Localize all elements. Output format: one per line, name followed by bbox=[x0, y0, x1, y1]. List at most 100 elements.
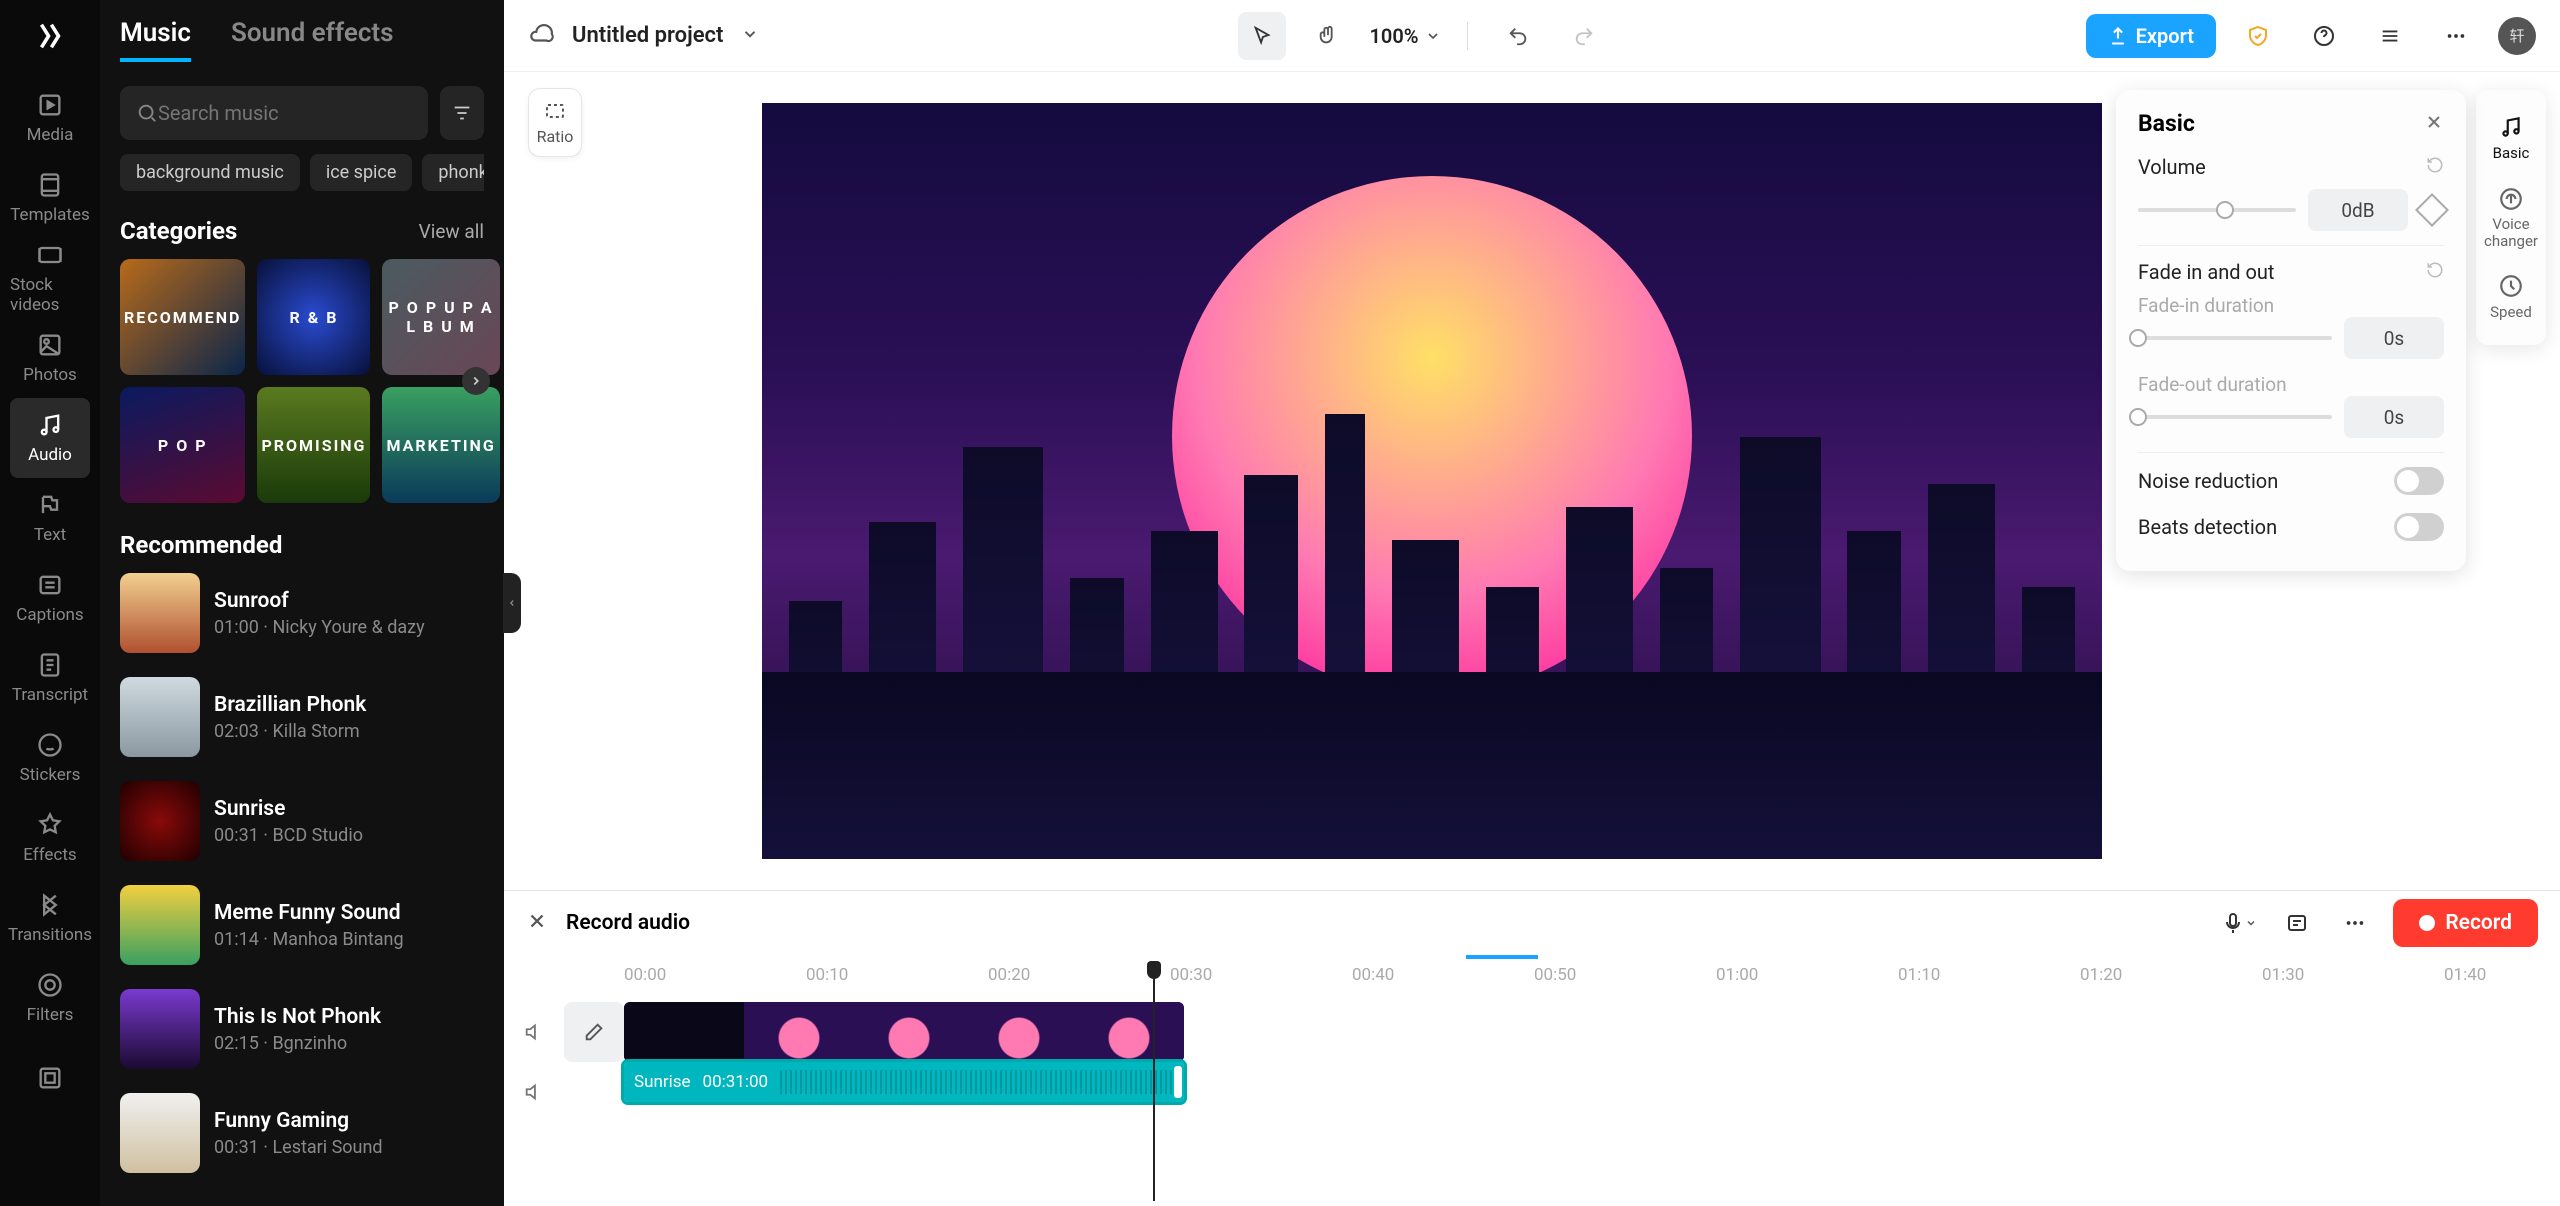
chevron-down-icon bbox=[2245, 917, 2257, 929]
categories-next-button[interactable] bbox=[462, 367, 490, 395]
track-item[interactable]: Brazillian Phonk02:03 · Killa Storm bbox=[120, 677, 484, 757]
category-marketing[interactable]: MARKETING bbox=[382, 387, 499, 503]
noise-reduction-toggle[interactable] bbox=[2394, 467, 2444, 495]
track-item[interactable]: Sunrise00:31 · BCD Studio bbox=[120, 781, 484, 861]
video-preview[interactable] bbox=[762, 103, 2102, 859]
track-item[interactable]: Meme Funny Sound01:14 · Manhoa Bintang bbox=[120, 885, 484, 965]
video-clip[interactable] bbox=[624, 1002, 1184, 1062]
rail-item-templates[interactable]: Templates bbox=[10, 158, 90, 238]
audio-clip[interactable]: Sunrise 00:31:00 bbox=[624, 1062, 1184, 1102]
volume-slider[interactable] bbox=[2138, 208, 2296, 212]
shield-button[interactable] bbox=[2234, 12, 2282, 60]
track-1-edit-button[interactable] bbox=[564, 1002, 624, 1062]
fade-out-slider[interactable] bbox=[2138, 415, 2332, 419]
fade-in-value[interactable]: 0s bbox=[2344, 317, 2444, 359]
fade-out-label: Fade-out duration bbox=[2138, 373, 2444, 396]
rail-item-effects[interactable]: Effects bbox=[10, 798, 90, 878]
rail-item-photos[interactable]: Photos bbox=[10, 318, 90, 398]
reset-icon bbox=[2426, 156, 2444, 174]
rail-item-text[interactable]: Text bbox=[10, 478, 90, 558]
ruler-mark: 00:20 bbox=[988, 965, 1030, 985]
rail-item-audio[interactable]: Audio bbox=[10, 398, 90, 478]
timeline-ruler[interactable]: 00:0000:1000:2000:3000:4000:5001:0001:10… bbox=[624, 959, 2560, 997]
pencil-icon bbox=[583, 1021, 605, 1043]
record-more-button[interactable] bbox=[2335, 903, 2375, 943]
cursor-tool-button[interactable] bbox=[1238, 12, 1286, 60]
category-recommend[interactable]: RECOMMEND bbox=[120, 259, 245, 375]
teleprompter-button[interactable] bbox=[2277, 903, 2317, 943]
playhead[interactable] bbox=[1153, 963, 1155, 1201]
user-avatar[interactable]: 轩 bbox=[2498, 17, 2536, 55]
fade-in-slider[interactable] bbox=[2138, 336, 2332, 340]
redo-button[interactable] bbox=[1560, 12, 1608, 60]
mic-dropdown[interactable] bbox=[2219, 903, 2259, 943]
rail-item-media[interactable]: Media bbox=[10, 78, 90, 158]
speed-icon bbox=[2498, 273, 2524, 299]
rail-item-filters[interactable]: Filters bbox=[10, 958, 90, 1038]
category-p-o-p-u-p-a-l-b-u-m[interactable]: P O P U P A L B U M bbox=[382, 259, 499, 375]
fade-reset-button[interactable] bbox=[2426, 261, 2444, 283]
rail-item-stock-videos[interactable]: Stock videos bbox=[10, 238, 90, 318]
track-title: Brazillian Phonk bbox=[214, 693, 366, 717]
layers-button[interactable] bbox=[2366, 12, 2414, 60]
hand-icon bbox=[1317, 25, 1339, 47]
volume-value[interactable]: 0dB bbox=[2308, 189, 2408, 231]
search-input[interactable] bbox=[158, 101, 412, 125]
export-button[interactable]: Export bbox=[2086, 14, 2216, 58]
ruler-mark: 01:10 bbox=[1898, 965, 1940, 985]
search-filter-button[interactable] bbox=[440, 86, 484, 140]
category-r-b[interactable]: R & B bbox=[257, 259, 370, 375]
inspector-tab-voice-changer[interactable]: Voice changer bbox=[2476, 174, 2546, 261]
audio-clip-trim-handle[interactable] bbox=[1174, 1066, 1182, 1098]
help-icon bbox=[2312, 24, 2336, 48]
volume-reset-button[interactable] bbox=[2426, 156, 2444, 178]
category-p-o-p[interactable]: P O P bbox=[120, 387, 245, 503]
basic-panel-close[interactable] bbox=[2424, 112, 2444, 136]
hand-tool-button[interactable] bbox=[1304, 12, 1352, 60]
chip-phonk[interactable]: phonk bbox=[422, 154, 484, 191]
track-title: Sunroof bbox=[214, 589, 425, 613]
rail-item-transitions[interactable]: Transitions bbox=[10, 878, 90, 958]
rail-item-stickers[interactable]: Stickers bbox=[10, 718, 90, 798]
project-name-dropdown[interactable] bbox=[741, 25, 759, 47]
chip-ice-spice[interactable]: ice spice bbox=[310, 154, 413, 191]
undo-button[interactable] bbox=[1494, 12, 1542, 60]
track-meta: 01:14 · Manhoa Bintang bbox=[214, 929, 404, 950]
track-2-mute-button[interactable] bbox=[504, 1081, 564, 1103]
inspector-tab-speed[interactable]: Speed bbox=[2476, 261, 2546, 333]
ruler-mark: 00:10 bbox=[806, 965, 848, 985]
help-button[interactable] bbox=[2300, 12, 2348, 60]
chip-background-music[interactable]: background music bbox=[120, 154, 300, 191]
rail-item-transcript[interactable]: Transcript bbox=[10, 638, 90, 718]
timeline: Record audio Record 00:0000:1000:2 bbox=[504, 890, 2560, 1206]
volume-keyframe-button[interactable] bbox=[2415, 193, 2449, 227]
app-rail: MediaTemplatesStock videosPhotosAudioTex… bbox=[0, 0, 100, 1206]
tab-sound-effects[interactable]: Sound effects bbox=[231, 18, 394, 62]
track-item[interactable]: This Is Not Phonk02:15 · Bgnzinho bbox=[120, 989, 484, 1069]
project-name[interactable]: Untitled project bbox=[572, 23, 723, 48]
app-logo[interactable] bbox=[26, 12, 74, 60]
record-button[interactable]: Record bbox=[2393, 899, 2538, 947]
rail-item-captions[interactable]: Captions bbox=[10, 558, 90, 638]
track-meta: 00:31 · BCD Studio bbox=[214, 825, 363, 846]
track-item[interactable]: Funny Gaming00:31 · Lestari Sound bbox=[120, 1093, 484, 1173]
redo-icon bbox=[1573, 25, 1595, 47]
chevron-down-icon bbox=[1425, 28, 1441, 44]
fade-out-value[interactable]: 0s bbox=[2344, 396, 2444, 438]
rail-item-brand-kit[interactable] bbox=[10, 1038, 90, 1118]
view-all-link[interactable]: View all bbox=[419, 220, 484, 243]
cloud-sync-icon[interactable] bbox=[528, 21, 554, 51]
track-item[interactable]: Sunroof01:00 · Nicky Youre & dazy bbox=[120, 573, 484, 653]
inspector-tab-basic[interactable]: Basic bbox=[2476, 102, 2546, 174]
search-input-wrap[interactable] bbox=[120, 86, 428, 140]
more-button[interactable] bbox=[2432, 12, 2480, 60]
record-panel-close[interactable] bbox=[526, 910, 548, 936]
music-note-icon bbox=[2498, 114, 2524, 140]
track-1-mute-button[interactable] bbox=[504, 1021, 564, 1043]
ratio-button[interactable]: Ratio bbox=[528, 88, 582, 157]
category-promising[interactable]: PROMISING bbox=[257, 387, 370, 503]
tab-music[interactable]: Music bbox=[120, 18, 191, 62]
track-thumbnail bbox=[120, 1093, 200, 1173]
zoom-dropdown[interactable]: 100% bbox=[1370, 24, 1441, 48]
beats-detection-toggle[interactable] bbox=[2394, 513, 2444, 541]
